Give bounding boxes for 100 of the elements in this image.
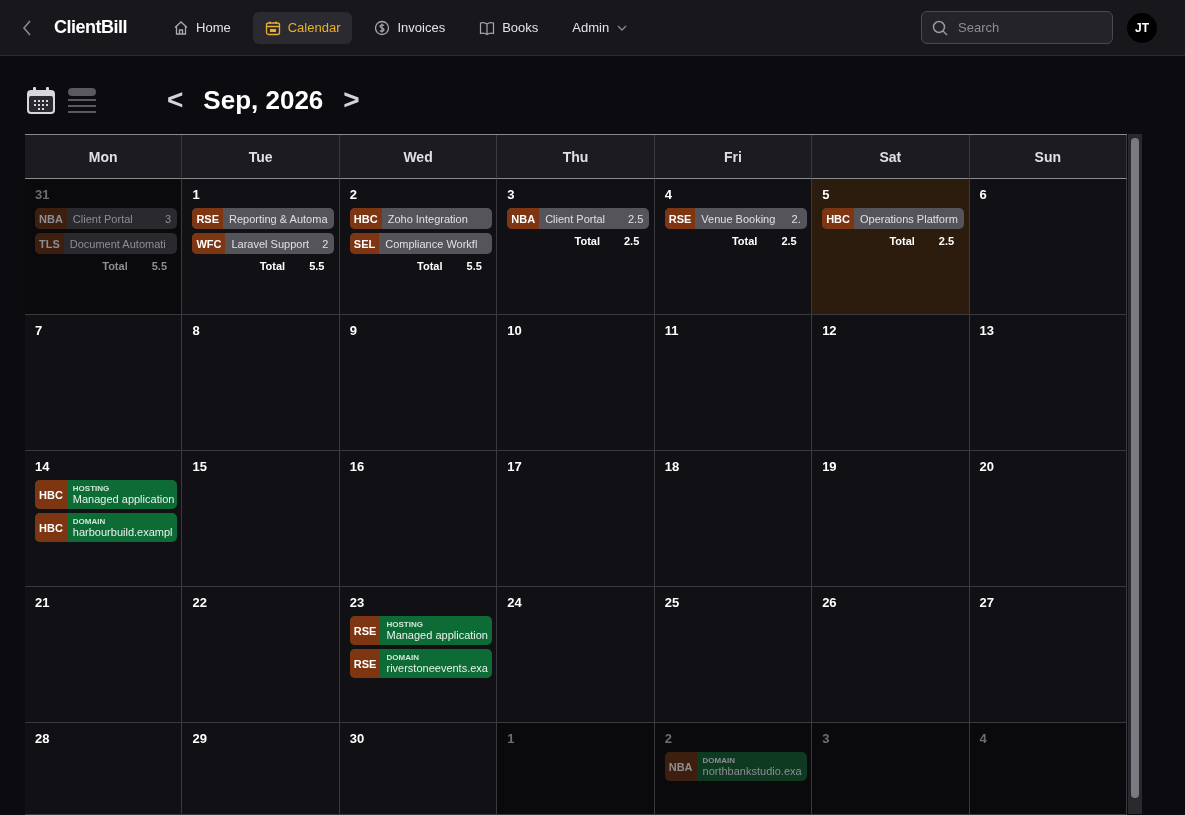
- client-code: SEL: [349, 233, 380, 254]
- day-cell[interactable]: 10: [497, 315, 655, 451]
- list-view-icon[interactable]: [67, 86, 97, 116]
- day-cell[interactable]: 26: [812, 587, 970, 723]
- day-number: 22: [192, 595, 208, 610]
- nav-tab[interactable]: Calendar: [252, 11, 353, 44]
- renewal-title: Managed application: [386, 629, 488, 641]
- next-month-button[interactable]: >: [341, 84, 362, 116]
- time-entry[interactable]: NBA Client Portal 3: [35, 208, 177, 229]
- back-icon[interactable]: [22, 19, 32, 36]
- total-label: Total: [102, 260, 128, 272]
- day-number: 6: [979, 187, 988, 202]
- day-cell[interactable]: 4: [969, 723, 1127, 815]
- day-cell[interactable]: 4 RSE Venue Booking 2. Total 2.5: [654, 179, 813, 315]
- day-cell[interactable]: 13: [969, 315, 1127, 451]
- day-cell[interactable]: 3: [812, 723, 970, 815]
- client-code: RSE: [664, 208, 696, 229]
- search-field[interactable]: Search: [921, 11, 1113, 44]
- day-cell[interactable]: 12: [812, 315, 970, 451]
- day-number: 19: [822, 459, 838, 474]
- day-cell[interactable]: 20: [969, 451, 1127, 587]
- dollar-icon: [374, 19, 391, 36]
- client-code: RSE: [192, 208, 224, 229]
- client-code: HBC: [822, 208, 854, 229]
- day-cell[interactable]: 5 HBC Operations Platform Total 2.5: [812, 179, 970, 315]
- time-entry[interactable]: HBC Operations Platform: [822, 208, 965, 229]
- day-cell[interactable]: 11: [654, 315, 813, 451]
- day-cell[interactable]: 6: [969, 179, 1127, 315]
- time-entry[interactable]: NBA Client Portal 2.5: [507, 208, 650, 229]
- day-cell[interactable]: 29: [182, 723, 340, 815]
- day-cell[interactable]: 8: [182, 315, 340, 451]
- time-entry[interactable]: RSE Venue Booking 2.: [664, 208, 807, 229]
- renewal-title: northbankstudio.exa: [702, 765, 802, 777]
- day-cell[interactable]: 18: [654, 451, 813, 587]
- calendar-view-icon[interactable]: [25, 85, 57, 117]
- renewal-type: DOMAIN: [72, 517, 107, 526]
- day-cell[interactable]: 1 RSE Reporting & Automa WFC Laravel Support 2 Total 5.5: [182, 179, 340, 315]
- total-value: 5.5: [151, 260, 167, 272]
- time-entry[interactable]: HBC Zoho Integration: [349, 208, 492, 229]
- weekday-header: Thu: [497, 135, 655, 179]
- day-cell[interactable]: 30: [339, 723, 498, 815]
- day-cell[interactable]: 7: [25, 315, 183, 451]
- chevron-down-icon: [616, 23, 629, 32]
- nav-tab[interactable]: Invoices: [362, 11, 458, 44]
- day-number: 17: [507, 459, 523, 474]
- entry-hours: 2.: [791, 212, 801, 225]
- total-value: 2.5: [938, 235, 955, 247]
- total-value: 2.5: [624, 235, 640, 247]
- entry-title: Compliance Workfl: [385, 237, 478, 250]
- day-number: 20: [979, 459, 996, 474]
- previous-month-button[interactable]: <: [165, 84, 186, 116]
- entry-title: Operations Platform: [860, 212, 958, 225]
- day-cell[interactable]: 22: [182, 587, 340, 723]
- weekday-header: Sun: [969, 135, 1127, 179]
- total-label: Total: [574, 235, 600, 247]
- day-cell[interactable]: 1: [497, 723, 655, 815]
- day-number: 21: [35, 595, 51, 610]
- day-number: 11: [664, 323, 680, 338]
- time-entry[interactable]: WFC Laravel Support 2: [192, 233, 335, 254]
- day-number: 28: [35, 731, 51, 746]
- day-cell[interactable]: 24: [497, 587, 655, 723]
- user-avatar[interactable]: JT: [1127, 12, 1157, 43]
- entry-title: Client Portal: [72, 212, 133, 225]
- day-number: 23: [349, 595, 366, 610]
- time-entry[interactable]: RSE Reporting & Automa: [192, 208, 335, 229]
- renewal-type: DOMAIN: [702, 756, 736, 765]
- client-code: TLS: [35, 233, 64, 254]
- book-icon: [479, 19, 496, 36]
- weekday-header: Mon: [25, 135, 183, 179]
- nav-tab[interactable]: Books: [467, 11, 551, 44]
- app-title[interactable]: ClientBill: [54, 17, 127, 38]
- day-number: 7: [35, 323, 44, 338]
- renewal-type: DOMAIN: [386, 653, 420, 662]
- day-number: 14: [35, 459, 51, 474]
- time-entry[interactable]: SEL Compliance Workfl: [349, 233, 492, 254]
- day-cell[interactable]: 2 HBC Zoho Integration SEL Compliance Workfl Total 5.5: [339, 179, 498, 315]
- day-number: 1: [192, 187, 201, 202]
- day-cell[interactable]: 28: [25, 723, 183, 815]
- scrollbar[interactable]: [1128, 134, 1142, 814]
- day-cell[interactable]: 27: [969, 587, 1127, 723]
- day-cell[interactable]: 15: [182, 451, 340, 587]
- day-cell[interactable]: 9: [339, 315, 498, 451]
- nav-tab[interactable]: Home: [161, 11, 243, 44]
- day-number: 1: [507, 731, 516, 746]
- day-cell[interactable]: 3 NBA Client Portal 2.5 Total 2.5: [497, 179, 655, 315]
- nav-tab[interactable]: Admin: [560, 12, 641, 43]
- total-label: Total: [731, 235, 758, 247]
- day-cell[interactable]: 16: [339, 451, 498, 587]
- day-cell[interactable]: 17: [497, 451, 655, 587]
- renewal-type: HOSTING: [386, 620, 424, 629]
- day-cell[interactable]: 31 NBA Client Portal 3 TLS Document Automati Total 5.5: [25, 179, 183, 315]
- day-number: 18: [664, 459, 681, 474]
- total-label: Total: [889, 235, 915, 247]
- weekday-header: Fri: [654, 135, 813, 179]
- day-cell[interactable]: 25: [654, 587, 813, 723]
- day-cell[interactable]: 21: [25, 587, 183, 723]
- entry-title: Document Automati: [69, 237, 166, 250]
- day-cell[interactable]: 19: [812, 451, 970, 587]
- client-code: RSE: [349, 649, 381, 678]
- time-entry[interactable]: TLS Document Automati: [35, 233, 177, 254]
